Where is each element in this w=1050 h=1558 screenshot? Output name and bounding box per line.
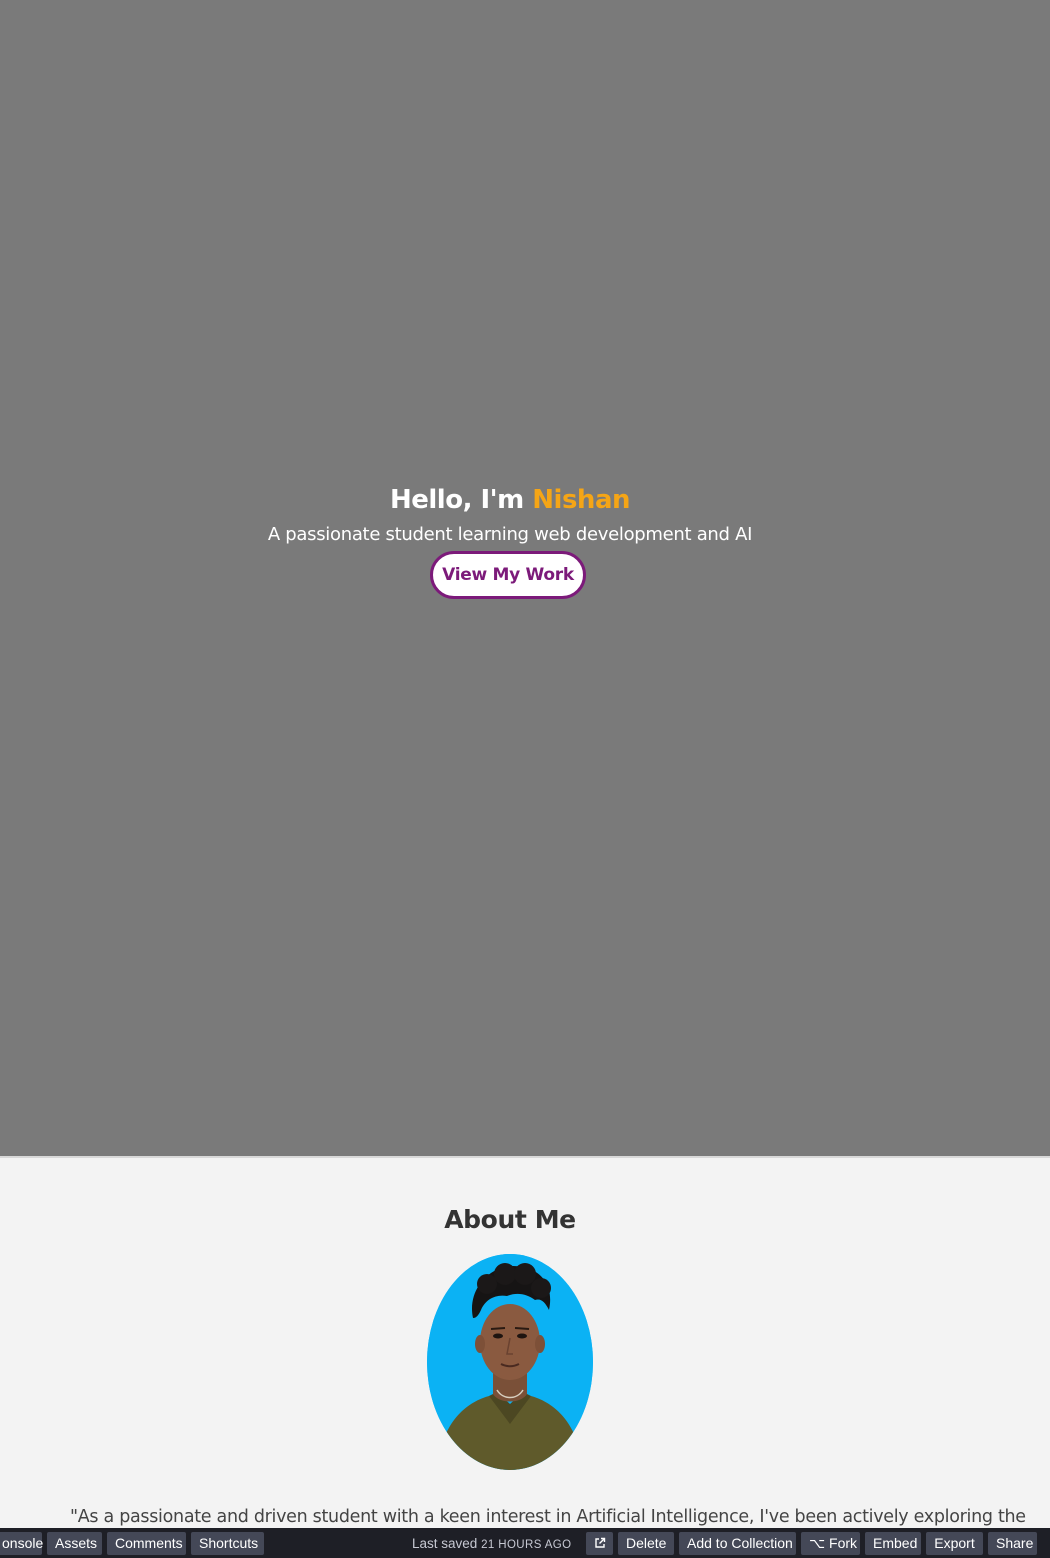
share-button[interactable]: Share xyxy=(988,1532,1037,1555)
hero-greeting: Hello, I'm xyxy=(389,485,524,515)
fork-icon: ⌥ xyxy=(809,1535,826,1551)
last-saved-time: 21 HOURS AGO xyxy=(481,1539,572,1551)
fork-button[interactable]: ⌥ Fork xyxy=(801,1532,860,1555)
last-saved-label: Last saved xyxy=(412,1536,478,1551)
hero-section: Hello, I'm Nishan A passionate student l… xyxy=(0,0,1050,1156)
assets-button[interactable]: Assets xyxy=(47,1532,102,1555)
comments-button[interactable]: Comments xyxy=(107,1532,186,1555)
editor-bottom-bar: onsole Assets Comments Shortcuts Last sa… xyxy=(0,1528,1050,1558)
shortcuts-button[interactable]: Shortcuts xyxy=(191,1532,264,1555)
page: Hello, I'm Nishan A passionate student l… xyxy=(0,0,1050,1558)
about-title: About Me xyxy=(444,1205,576,1234)
delete-button[interactable]: Delete xyxy=(618,1532,674,1555)
hero-name: Nishan xyxy=(532,485,630,515)
hero-title: Hello, I'm Nishan xyxy=(0,484,1020,516)
profile-photo xyxy=(427,1254,593,1470)
section-divider xyxy=(0,1156,1050,1158)
console-button[interactable]: onsole xyxy=(0,1532,43,1555)
external-link-icon xyxy=(586,1537,613,1549)
about-paragraph: "As a passionate and driven student with… xyxy=(70,1507,1026,1527)
export-button[interactable]: Export xyxy=(926,1532,983,1555)
fork-label: Fork xyxy=(829,1535,858,1551)
last-saved-status: Last saved 21 HOURS AGO xyxy=(412,1532,572,1555)
view-my-work-button[interactable]: View My Work xyxy=(430,551,586,599)
embed-button[interactable]: Embed xyxy=(865,1532,921,1555)
hero-subtitle: A passionate student learning web develo… xyxy=(267,524,753,545)
open-in-new-window-button[interactable] xyxy=(586,1532,613,1555)
add-to-collection-button[interactable]: Add to Collection xyxy=(679,1532,796,1555)
